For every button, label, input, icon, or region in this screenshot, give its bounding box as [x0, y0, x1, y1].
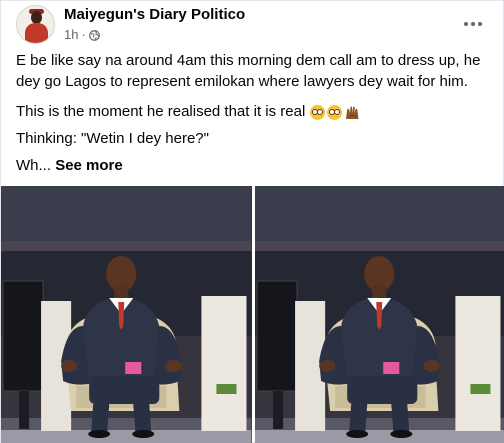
post-paragraph-2: This is the moment he realised that it i… — [16, 102, 496, 122]
post-photos — [1, 186, 504, 443]
more-options-icon — [464, 22, 482, 26]
post-truncated-line: Wh... See more — [16, 156, 496, 176]
post-paragraph-2-text: This is the moment he realised that it i… — [16, 103, 306, 120]
facebook-post: Maiyegun's Diary Politico 1h · E be like… — [0, 0, 504, 443]
author-avatar[interactable] — [16, 5, 55, 44]
post-time[interactable]: 1h — [64, 27, 78, 42]
post-header: Maiyegun's Diary Politico 1h · — [1, 1, 504, 47]
more-options-button[interactable] — [459, 10, 487, 38]
see-more-link[interactable]: See more — [55, 157, 123, 174]
post-photo-right[interactable] — [254, 186, 504, 443]
post-paragraph-1: E be like say na around 4am this morning… — [16, 52, 481, 90]
globe-icon — [88, 29, 100, 41]
author-name[interactable]: Maiyegun's Diary Politico — [64, 6, 245, 23]
post-paragraph-3: Thinking: "Wetin I dey here?" — [16, 130, 209, 147]
flushed-face-icon — [327, 104, 343, 120]
flushed-face-icon — [310, 104, 326, 120]
post-photo-left[interactable] — [1, 186, 252, 443]
post-meta: 1h · — [64, 27, 100, 42]
truncated-text: Wh... — [16, 157, 52, 174]
raised-hands-icon — [344, 105, 361, 120]
meta-separator: · — [81, 27, 86, 42]
